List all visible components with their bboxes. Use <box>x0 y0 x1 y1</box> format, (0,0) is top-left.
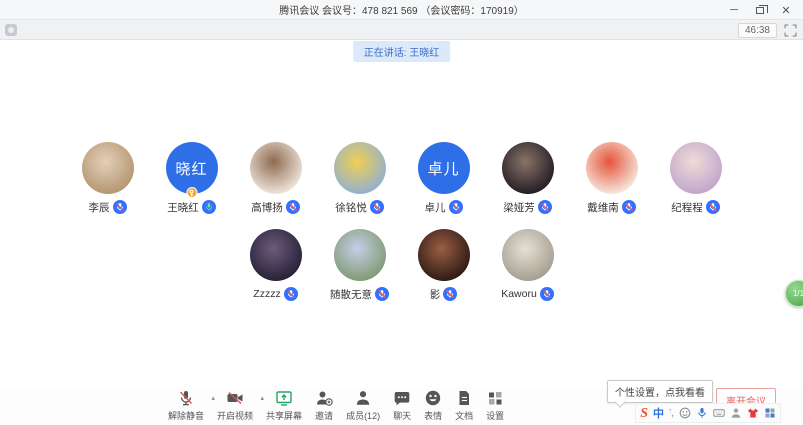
avatar <box>334 142 386 194</box>
participant-name: Zzzzz <box>253 288 280 300</box>
mic-status-icon[interactable] <box>449 200 463 214</box>
participant-name: 高博扬 <box>251 200 283 215</box>
avatar <box>82 142 134 194</box>
mic-status-icon[interactable] <box>622 200 636 214</box>
mic-off-icon: ▴ <box>177 389 195 407</box>
participant-name: 随散无意 <box>330 287 372 302</box>
members-icon <box>354 389 372 407</box>
page-indicator-button[interactable]: 1/1 <box>785 280 803 307</box>
participant-row-1: 李辰 晓红 王晓红 高博扬 徐铭悦 卓儿 卓儿 梁娅芳 <box>0 142 803 214</box>
speaking-banner: 正在讲话: 王晓红 <box>353 41 451 62</box>
invite-icon <box>315 389 333 407</box>
info-bar: 46:38 <box>0 20 803 40</box>
participant-cell[interactable]: 影 <box>402 229 486 301</box>
participant-name: 戴维南 <box>587 200 619 215</box>
participant-name: Kaworu <box>501 288 537 300</box>
participant-name: 纪程程 <box>671 200 703 215</box>
window-controls: ─ ✕ <box>721 0 799 20</box>
participant-cell[interactable]: 晓红 王晓红 <box>150 142 234 214</box>
mic-status-icon[interactable] <box>286 200 300 214</box>
chat-button[interactable]: 聊天 <box>393 389 411 422</box>
share-screen-button[interactable]: 共享屏幕 <box>266 389 302 422</box>
mic-status-icon[interactable] <box>113 200 127 214</box>
camera-off-icon: ▴ <box>226 389 244 407</box>
participant-cell[interactable]: 李辰 <box>66 142 150 214</box>
title-bar: 腾讯会议 会议号：478 821 569 （会议密码：170919） ─ ✕ <box>0 0 803 20</box>
avatar <box>250 229 302 281</box>
fullscreen-icon[interactable] <box>784 24 797 37</box>
chat-icon <box>393 389 411 407</box>
participant-name: 影 <box>430 287 441 302</box>
mic-status-icon[interactable] <box>284 287 298 301</box>
participant-name: 徐铭悦 <box>335 200 367 215</box>
mic-status-icon[interactable] <box>538 200 552 214</box>
restore-icon[interactable] <box>747 0 773 20</box>
participant-name: 卓儿 <box>425 200 446 215</box>
avatar <box>502 142 554 194</box>
settings-button[interactable]: 设置 <box>486 389 504 422</box>
mic-status-icon[interactable] <box>202 200 216 214</box>
participant-cell[interactable]: 梁娅芳 <box>486 142 570 214</box>
avatar: 卓儿 <box>418 142 470 194</box>
avatar <box>418 229 470 281</box>
ime-keyboard-icon[interactable] <box>713 407 725 419</box>
minimize-icon[interactable]: ─ <box>721 0 747 20</box>
video-options-caret[interactable]: ▴ <box>261 394 265 402</box>
share-screen-icon <box>275 389 293 407</box>
mic-status-icon[interactable] <box>706 200 720 214</box>
apps-grid-icon <box>486 389 504 407</box>
participant-name: 梁娅芳 <box>503 200 535 215</box>
participant-cell[interactable]: 高博扬 <box>234 142 318 214</box>
avatar <box>670 142 722 194</box>
personalization-tooltip[interactable]: 个性设置，点我看看 <box>607 380 713 403</box>
meeting-stage: 正在讲话: 王晓红 李辰 晓红 王晓红 高博扬 徐铭悦 卓儿 卓儿 <box>0 40 803 388</box>
participant-row-2: Zzzzz 随散无意 影 Kaworu <box>0 229 803 301</box>
avatar <box>586 142 638 194</box>
close-icon[interactable]: ✕ <box>773 0 799 20</box>
participant-cell[interactable]: Kaworu <box>486 229 570 301</box>
sogou-logo-icon[interactable]: S <box>640 407 648 420</box>
avatar <box>334 229 386 281</box>
ime-user-icon[interactable] <box>730 407 742 419</box>
ime-emoji-icon[interactable] <box>679 407 691 419</box>
emoji-button[interactable]: 表情 <box>424 389 442 422</box>
participant-name: 李辰 <box>89 200 110 215</box>
unmute-button[interactable]: ▴ 解除静音 <box>168 389 204 422</box>
ime-punctuation-icon[interactable]: ’, <box>669 408 674 419</box>
start-video-button[interactable]: ▴ 开启视频 <box>217 389 253 422</box>
avatar: 晓红 <box>166 142 218 194</box>
meeting-timer: 46:38 <box>738 23 777 38</box>
documents-button[interactable]: 文档 <box>455 389 473 422</box>
participant-name: 王晓红 <box>167 200 199 215</box>
emoji-icon <box>424 389 442 407</box>
window-title: 腾讯会议 会议号：478 821 569 （会议密码：170919） <box>279 2 524 17</box>
bottom-toolbar: ▴ 解除静音 ▴ 开启视频 共享屏幕 邀请 <box>0 388 803 425</box>
ime-skin-icon[interactable] <box>747 407 759 419</box>
members-button[interactable]: 成员(12) <box>346 389 380 422</box>
invite-button[interactable]: 邀请 <box>315 389 333 422</box>
host-badge <box>186 187 197 198</box>
mic-status-icon[interactable] <box>540 287 554 301</box>
participant-cell[interactable]: 卓儿 卓儿 <box>402 142 486 214</box>
participant-cell[interactable]: Zzzzz <box>234 229 318 301</box>
ime-voice-icon[interactable] <box>696 407 708 419</box>
participant-cell[interactable]: 戴维南 <box>570 142 654 214</box>
participant-grid: 李辰 晓红 王晓红 高博扬 徐铭悦 卓儿 卓儿 梁娅芳 <box>0 40 803 301</box>
ime-toolbar: S 中 ’, <box>635 403 781 423</box>
mic-status-icon[interactable] <box>375 287 389 301</box>
document-icon <box>455 389 473 407</box>
mic-status-icon[interactable] <box>370 200 384 214</box>
mic-options-caret[interactable]: ▴ <box>212 394 216 402</box>
mic-status-icon[interactable] <box>443 287 457 301</box>
meeting-info-icon[interactable] <box>5 24 17 36</box>
avatar <box>502 229 554 281</box>
avatar <box>250 142 302 194</box>
ime-toolbox-icon[interactable] <box>764 407 776 419</box>
participant-cell[interactable]: 随散无意 <box>318 229 402 301</box>
participant-cell[interactable]: 徐铭悦 <box>318 142 402 214</box>
participant-cell[interactable]: 纪程程 <box>654 142 738 214</box>
ime-language-mode[interactable]: 中 <box>653 405 664 421</box>
